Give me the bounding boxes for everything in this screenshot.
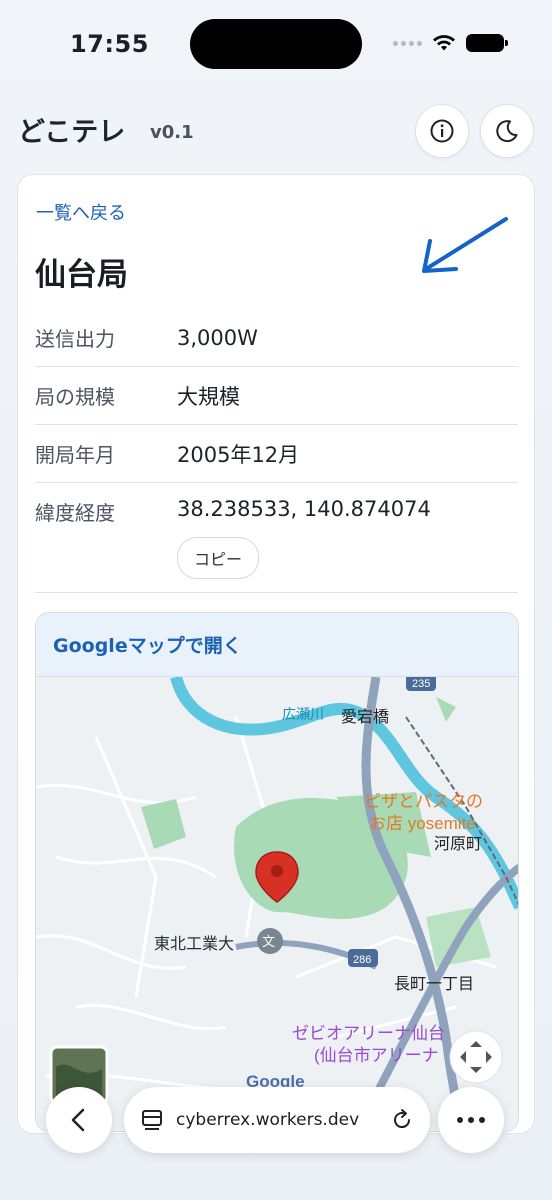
browser-back-button[interactable] <box>46 1087 112 1153</box>
svg-text:文: 文 <box>262 934 275 949</box>
info-row-opened: 開局年月 2005年12月 <box>35 425 518 483</box>
status-time: 17:55 <box>70 30 149 58</box>
info-label: 送信出力 <box>35 327 115 351</box>
theme-toggle-button[interactable] <box>480 104 534 158</box>
app-title: どこテレ <box>18 117 126 148</box>
reload-icon[interactable] <box>390 1108 414 1132</box>
url-text[interactable]: cyberrex.workers.dev <box>176 1110 378 1130</box>
address-bar[interactable]: cyberrex.workers.dev <box>124 1087 430 1153</box>
info-row-scale: 局の規模 大規模 <box>35 367 518 425</box>
chevron-left-icon <box>71 1108 85 1132</box>
shop-label: ピザとパスタの <box>364 792 483 811</box>
more-dots-icon <box>457 1117 485 1123</box>
status-bar: 17:55 <box>0 0 552 90</box>
map-section: Googleマップで開く 235 286 広瀬川 愛宕橋 ピザとパスタの お店 … <box>35 612 519 1132</box>
route-286-label: 286 <box>353 954 371 966</box>
open-google-maps-link[interactable]: Googleマップで開く <box>36 613 518 677</box>
page-menu-icon[interactable] <box>140 1108 164 1132</box>
info-value: 3,000W <box>177 325 258 350</box>
station-label: 長町一丁目 <box>394 975 474 993</box>
browser-more-button[interactable] <box>438 1087 504 1153</box>
arena-label: ゼビオアリーナ仙台 <box>292 1024 445 1043</box>
arrow-annotation-icon <box>422 217 508 273</box>
battery-icon <box>466 34 508 52</box>
station-info-table: 送信出力 3,000W 局の規模 大規模 開局年月 2005年12月 緯度経度 … <box>35 309 518 593</box>
route-235-label: 235 <box>412 678 430 690</box>
signal-icon <box>393 40 422 46</box>
map-view[interactable]: 235 286 広瀬川 愛宕橋 ピザとパスタの お店 yosemite 河原町 … <box>36 673 518 1131</box>
info-label: 緯度経度 <box>35 501 115 525</box>
app-version: v0.1 <box>150 122 194 143</box>
station-label: 愛宕橋 <box>341 708 389 726</box>
university-label: 東北工業大 <box>154 935 234 953</box>
fullscreen-button[interactable] <box>449 1030 503 1084</box>
shop-label: お店 yosemite <box>369 814 476 833</box>
info-value: 2005年12月 <box>177 442 300 467</box>
river-label: 広瀬川 <box>282 706 324 722</box>
dynamic-island <box>190 19 362 69</box>
info-row-output: 送信出力 3,000W <box>35 309 518 367</box>
coordinates-cell: 38.238533, 140.874074 コピー <box>177 497 431 579</box>
back-to-list-link[interactable]: 一覧へ戻る <box>36 199 126 225</box>
arena-label: (仙台市アリーナ <box>314 1046 439 1065</box>
browser-toolbar: cyberrex.workers.dev <box>0 1085 552 1165</box>
info-value: 大規模 <box>177 384 240 409</box>
station-label: 河原町 <box>434 835 482 853</box>
status-icons <box>393 34 508 52</box>
info-button[interactable] <box>415 104 469 158</box>
info-icon <box>430 119 454 143</box>
copy-button[interactable]: コピー <box>177 537 260 579</box>
app-header: どこテレ v0.1 <box>0 100 552 164</box>
info-row-coordinates: 緯度経度 38.238533, 140.874074 コピー <box>35 483 518 593</box>
info-value: 38.238533, 140.874074 <box>177 497 431 521</box>
station-name: 仙台局 <box>35 257 128 293</box>
wifi-icon <box>433 35 455 51</box>
info-label: 開局年月 <box>35 443 115 467</box>
station-card: 一覧へ戻る 仙台局 送信出力 3,000W 局の規模 大規模 開局年月 2005… <box>17 174 535 1134</box>
info-label: 局の規模 <box>35 385 115 409</box>
moon-icon <box>496 120 518 143</box>
